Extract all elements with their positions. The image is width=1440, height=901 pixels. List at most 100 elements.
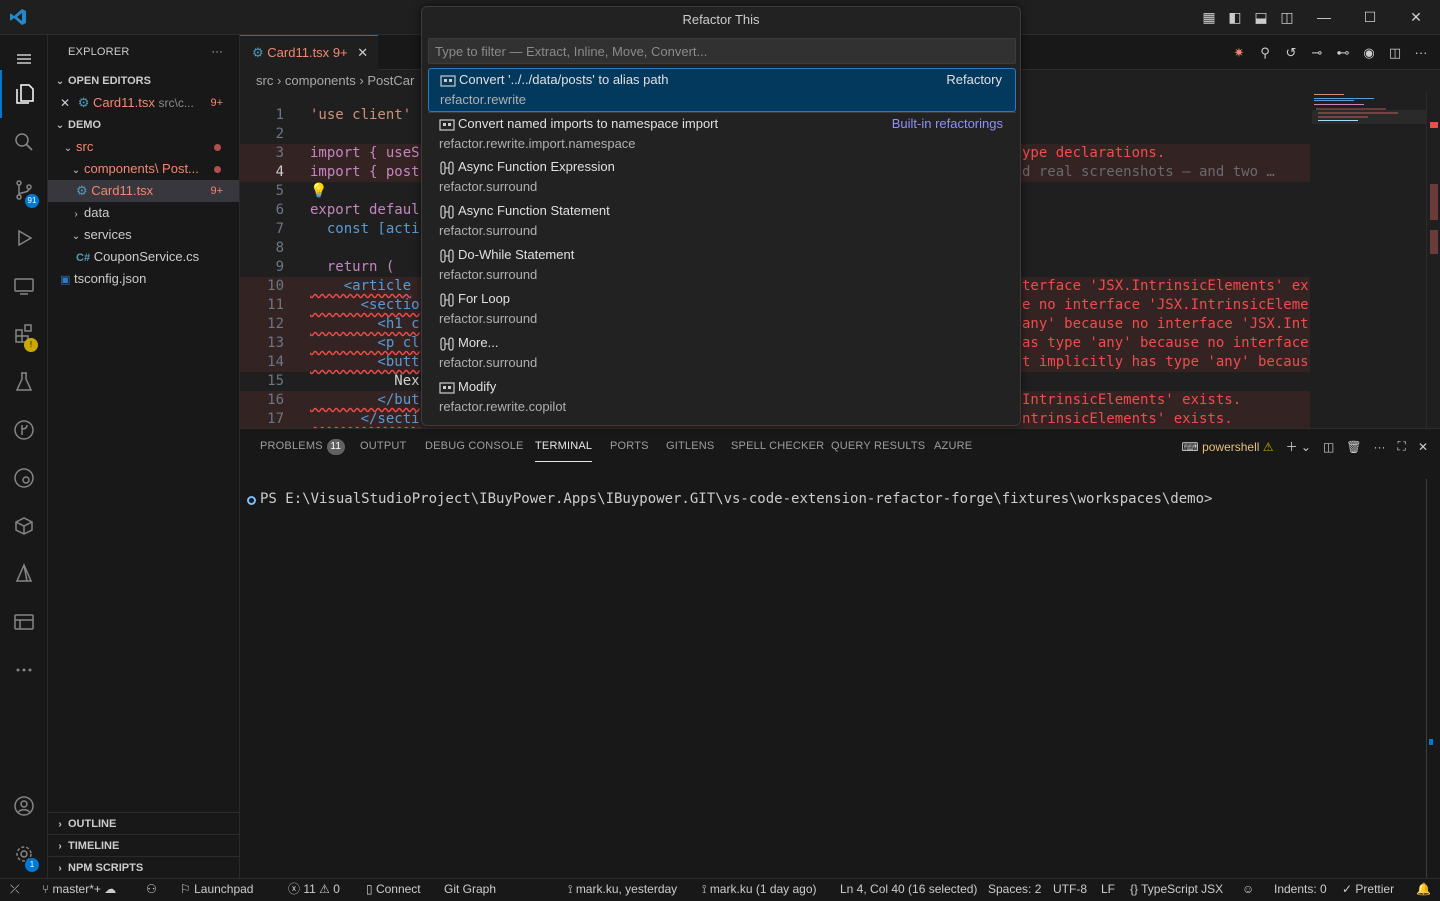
explorer-more-icon[interactable]: ···: [211, 35, 223, 70]
outline-section[interactable]: › OUTLINE: [48, 812, 240, 834]
toggle-primary-sidebar-icon[interactable]: ◧: [1226, 8, 1244, 26]
tab-azure[interactable]: AZURE: [934, 429, 972, 464]
file-card11[interactable]: ⚙ Card11.tsx 9+: [48, 180, 239, 202]
copilot-sparkle-icon[interactable]: ✷: [1230, 44, 1248, 62]
quick-pick-filter-input[interactable]: [428, 38, 1016, 64]
terminal-output[interactable]: PS E:\VisualStudioProject\IBuyPower.Apps…: [240, 491, 1426, 555]
tab-query-results[interactable]: QUERY RESULTS: [831, 429, 925, 464]
timeline-section[interactable]: › TIMELINE: [48, 834, 240, 856]
database-explorer-icon[interactable]: [0, 598, 48, 646]
manage-gear-icon[interactable]: 1: [0, 830, 48, 878]
terminal-scrollbar[interactable]: [1426, 479, 1440, 879]
quick-pick-item[interactable]: More... refactor.surround: [428, 332, 1016, 376]
tab-card11[interactable]: ⚙ Card11.tsx 9+ ✕: [240, 35, 378, 70]
launchpad-status[interactable]: ⚐ Launchpad: [180, 879, 253, 901]
quick-pick-item[interactable]: Async Function Statement refactor.surroun…: [428, 200, 1016, 244]
tab-ports[interactable]: PORTS: [610, 429, 649, 464]
open-editor-item[interactable]: ✕ ⚙ Card11.tsx src\c... 9+: [48, 92, 239, 114]
toggle-secondary-sidebar-icon[interactable]: ◫: [1278, 8, 1296, 26]
open-changes-icon[interactable]: ↺: [1282, 44, 1300, 62]
extensions-icon[interactable]: !: [0, 310, 48, 358]
vscode-logo-icon[interactable]: [9, 8, 27, 26]
tab-problems[interactable]: PROBLEMS 11: [260, 429, 345, 464]
open-editors-section[interactable]: ⌄ OPEN EDITORS: [48, 70, 239, 92]
accounts-icon[interactable]: [0, 782, 48, 830]
editor-more-icon[interactable]: ···: [1412, 44, 1430, 62]
gitlens-icon[interactable]: [0, 406, 48, 454]
connect-status[interactable]: ▯ Connect: [366, 879, 421, 901]
maximize-button[interactable]: ☐: [1347, 0, 1393, 35]
gitlens-inspect-icon[interactable]: [0, 454, 48, 502]
close-tab-icon[interactable]: ✕: [357, 45, 368, 60]
quick-pick-item[interactable]: For Loop refactor.surround: [428, 288, 1016, 332]
tab-output[interactable]: OUTPUT: [360, 429, 406, 464]
breadcrumb-item[interactable]: PostCar: [367, 73, 414, 88]
terminal-instance[interactable]: ⌨ powershell ⚠: [1181, 440, 1273, 454]
file-couponservice[interactable]: C# CouponService.cs: [48, 246, 239, 268]
remote-icon[interactable]: ⤫: [10, 879, 20, 901]
tab-spell-checker[interactable]: SPELL CHECKER: [731, 429, 824, 464]
npm-scripts-section[interactable]: › NPM SCRIPTS: [48, 856, 240, 878]
close-window-button[interactable]: ✕: [1393, 0, 1439, 35]
encoding-status[interactable]: UTF-8: [1053, 879, 1087, 901]
gitlens-toggle-icon[interactable]: ◉: [1360, 44, 1378, 62]
customize-layout-icon[interactable]: ▦: [1200, 8, 1218, 26]
search-icon[interactable]: [0, 118, 48, 166]
split-editor-icon[interactable]: ◫: [1386, 44, 1404, 62]
commit-status[interactable]: ⟟ mark.ku (1 day ago): [702, 879, 817, 901]
close-panel-icon[interactable]: ✕: [1418, 440, 1428, 454]
next-change-icon[interactable]: ⊷: [1334, 44, 1352, 62]
breadcrumb-item[interactable]: components: [285, 73, 356, 88]
copilot-icon[interactable]: ⚇: [146, 879, 157, 901]
copilot-status-icon[interactable]: ☺: [1242, 879, 1254, 901]
folder-data[interactable]: › data: [48, 202, 239, 224]
compare-icon[interactable]: ⚲: [1256, 44, 1274, 62]
testing-icon[interactable]: [0, 358, 48, 406]
previous-change-icon[interactable]: ⊸: [1308, 44, 1326, 62]
breadcrumb-item[interactable]: src: [256, 73, 273, 88]
source-control-icon[interactable]: 91: [0, 166, 48, 214]
toggle-panel-icon[interactable]: ⬓: [1252, 8, 1270, 26]
minimize-button[interactable]: —: [1301, 0, 1347, 35]
kill-terminal-icon[interactable]: 🗑: [1346, 440, 1361, 454]
prettier-status[interactable]: ✓ Prettier: [1342, 879, 1394, 901]
line-number: 1: [275, 107, 284, 123]
cursor-position[interactable]: Ln 4, Col 40 (16 selected): [840, 879, 977, 901]
more-views-icon[interactable]: [0, 646, 48, 694]
explorer-icon[interactable]: [0, 70, 48, 118]
run-debug-icon[interactable]: [0, 214, 48, 262]
new-terminal-icon[interactable]: ＋ ⌄: [1286, 438, 1311, 455]
chevron-right-icon: ›: [58, 863, 62, 874]
folder-components[interactable]: ⌄ components\ Post...: [48, 158, 239, 180]
file-tsconfig[interactable]: ▣ tsconfig.json: [48, 268, 239, 290]
containers-icon[interactable]: [0, 502, 48, 550]
git-graph-status[interactable]: Git Graph: [444, 879, 496, 901]
maximize-panel-icon[interactable]: ⛶: [1398, 439, 1406, 454]
eol-status[interactable]: LF: [1101, 879, 1115, 901]
quick-pick-item[interactable]: Modify refactor.rewrite.copilot: [428, 376, 1016, 420]
branch-status[interactable]: ⑂ master*+ ☁: [42, 879, 116, 901]
indents-status[interactable]: Indents: 0: [1274, 879, 1327, 901]
folder-services[interactable]: ⌄ services: [48, 224, 239, 246]
folder-src[interactable]: ⌄ src: [48, 136, 239, 158]
remote-explorer-icon[interactable]: [0, 262, 48, 310]
tab-gitlens[interactable]: GITLENS: [666, 429, 714, 464]
blame-status[interactable]: ⟟ mark.ku, yesterday: [568, 879, 677, 901]
editor-scrollbar[interactable]: [1426, 92, 1440, 428]
problems-status[interactable]: ⓧ 11 ⚠ 0: [288, 879, 340, 901]
panel-more-icon[interactable]: ···: [1374, 440, 1386, 454]
quick-pick-item[interactable]: Convert '../../data/posts' to alias path…: [428, 68, 1016, 112]
split-terminal-icon[interactable]: ◫: [1323, 440, 1334, 454]
minimap[interactable]: [1312, 92, 1426, 132]
workspace-section[interactable]: ⌄ DEMO: [48, 114, 239, 136]
language-status[interactable]: {} TypeScript JSX: [1130, 879, 1223, 901]
azure-icon[interactable]: [0, 550, 48, 598]
quick-pick-item[interactable]: Do-While Statement refactor.surround: [428, 244, 1016, 288]
quick-pick-item[interactable]: Async Function Expression refactor.surrou…: [428, 156, 1016, 200]
quick-pick-item[interactable]: Convert named imports to namespace impor…: [428, 113, 1016, 157]
tab-terminal[interactable]: TERMINAL: [535, 429, 593, 462]
tab-debug-console[interactable]: DEBUG CONSOLE: [425, 429, 524, 464]
close-editor-icon[interactable]: ✕: [60, 96, 70, 110]
notifications-bell-icon[interactable]: 🔔: [1416, 879, 1431, 901]
indentation-status[interactable]: Spaces: 2: [988, 879, 1041, 901]
